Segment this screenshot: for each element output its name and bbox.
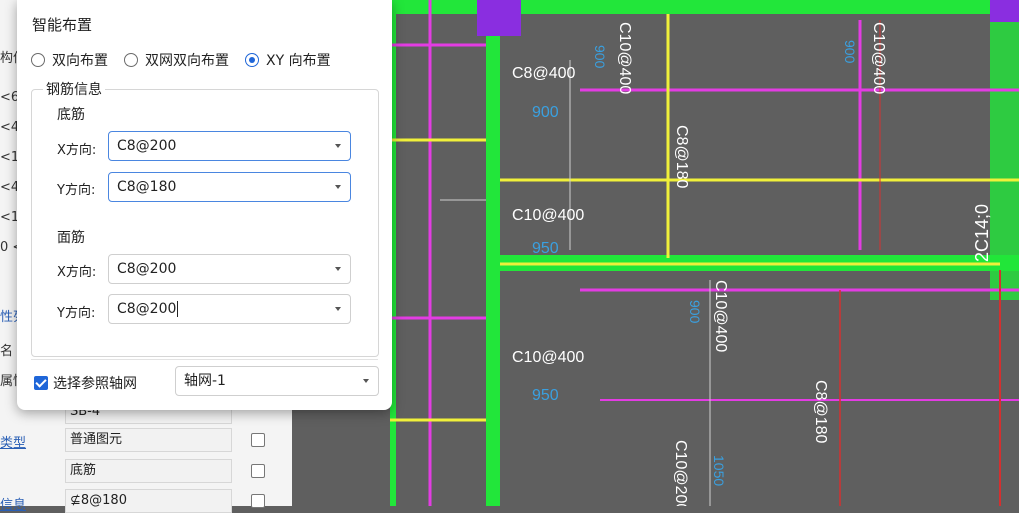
radio-selected-icon bbox=[245, 53, 259, 67]
combo-value: C8@200 bbox=[117, 301, 177, 317]
divider bbox=[31, 359, 378, 360]
beam-v1 bbox=[486, 0, 500, 506]
panel-value-cell[interactable]: ⊈8@180 bbox=[65, 489, 232, 513]
bottom-y-combo[interactable]: C8@180 bbox=[108, 172, 351, 202]
bottom-x-combo[interactable]: C8@200 bbox=[108, 131, 351, 161]
reference-axis-checkbox[interactable]: 选择参照轴网 bbox=[34, 373, 137, 393]
label-950-b: 950 bbox=[532, 387, 559, 404]
label-c8-180-a: C8@180 bbox=[673, 125, 690, 188]
label-c10-400-v2: C10@400 bbox=[870, 22, 887, 94]
radio-double-net-bidirectional[interactable]: 双网双向布置 bbox=[124, 50, 229, 70]
radio-circle-icon bbox=[31, 53, 45, 67]
label-950-a: 950 bbox=[532, 240, 559, 257]
checkbox-label: 选择参照轴网 bbox=[53, 376, 137, 392]
panel-value-cell[interactable]: 普通图元 bbox=[65, 428, 232, 452]
label-2c14: 2C14;0 bbox=[972, 204, 992, 262]
radio-label: 双网双向布置 bbox=[145, 53, 229, 69]
label-c8-400: C8@400 bbox=[512, 65, 575, 82]
label-900-c: 900 bbox=[687, 300, 703, 324]
label-900-a: 900 bbox=[592, 45, 608, 69]
rebar-info-label: 钢筋信息 bbox=[43, 79, 105, 99]
top-rebar-label: 面筋 bbox=[57, 230, 85, 246]
beam-right bbox=[990, 0, 1019, 300]
combo-value: C8@180 bbox=[117, 179, 177, 195]
label-c10-400-v1: C10@400 bbox=[616, 22, 633, 94]
panel-row-checkbox[interactable] bbox=[251, 433, 265, 447]
radio-label: 双向布置 bbox=[52, 53, 108, 69]
text-cursor bbox=[177, 301, 179, 317]
label-c10-400-v3: C10@400 bbox=[712, 280, 729, 352]
radio-label: XY 向布置 bbox=[266, 53, 331, 69]
combo-value: 轴网-1 bbox=[184, 373, 226, 389]
smart-placement-dialog: 智能布置 双向布置 双网双向布置 XY 向布置 钢筋信息 底筋 X方向: C8@… bbox=[17, 0, 392, 410]
top-y-label: Y方向: bbox=[57, 306, 96, 321]
label-900-b: 900 bbox=[532, 104, 559, 121]
panel-value-cell[interactable]: 底筋 bbox=[65, 459, 232, 483]
label-1050: 1050 bbox=[711, 455, 727, 486]
chevron-down-icon[interactable] bbox=[335, 185, 341, 189]
top-x-label: X方向: bbox=[57, 265, 97, 280]
axis-grid-combo[interactable]: 轴网-1 bbox=[175, 366, 379, 396]
chevron-down-icon[interactable] bbox=[335, 307, 341, 311]
label-900-d: 900 bbox=[842, 40, 858, 64]
label-c10-400-h1: C10@400 bbox=[512, 207, 584, 224]
chevron-down-icon[interactable] bbox=[335, 144, 341, 148]
dialog-title: 智能布置 bbox=[32, 16, 93, 34]
checkbox-checked-icon[interactable] bbox=[34, 376, 48, 390]
chevron-down-icon[interactable] bbox=[335, 267, 341, 271]
bottom-y-label: Y方向: bbox=[57, 183, 96, 198]
combo-value: C8@200 bbox=[117, 138, 177, 154]
top-x-combo[interactable]: C8@200 bbox=[108, 254, 351, 284]
chevron-down-icon[interactable] bbox=[363, 379, 369, 383]
label-c10-400-h2: C10@400 bbox=[512, 349, 584, 366]
column-1 bbox=[477, 0, 521, 36]
label-c8-180-b: C8@180 bbox=[812, 380, 829, 443]
radio-bidirectional[interactable]: 双向布置 bbox=[31, 50, 108, 70]
top-y-combo[interactable]: C8@200 bbox=[108, 294, 351, 324]
radio-xy-direction[interactable]: XY 向布置 bbox=[245, 50, 331, 70]
panel-row-label[interactable]: 信息 bbox=[0, 494, 26, 513]
panel-name-frag: 名 bbox=[0, 344, 14, 359]
panel-row-checkbox[interactable] bbox=[251, 464, 265, 478]
bottom-x-label: X方向: bbox=[57, 143, 97, 158]
combo-value: C8@200 bbox=[117, 261, 177, 277]
column-2 bbox=[990, 0, 1019, 22]
bottom-rebar-label: 底筋 bbox=[57, 107, 85, 123]
placement-mode-group: 双向布置 双网双向布置 XY 向布置 bbox=[31, 50, 347, 70]
panel-row-label[interactable]: 类型 bbox=[0, 432, 26, 451]
label-c10-200: C10@200 bbox=[672, 440, 689, 506]
radio-circle-icon bbox=[124, 53, 138, 67]
